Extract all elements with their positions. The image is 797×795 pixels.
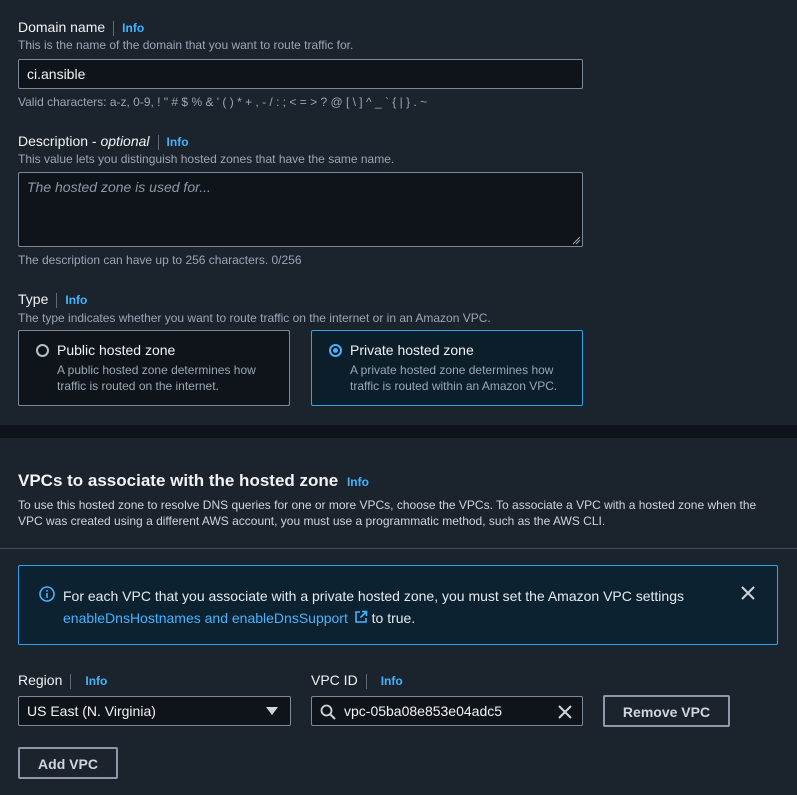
description-hint: This value lets you distinguish hosted z…	[18, 152, 395, 166]
alert-text: For each VPC that you associate with a p…	[63, 588, 684, 604]
label-separator	[70, 673, 72, 689]
domain-name-label: Domain name	[18, 19, 106, 35]
label-separator	[56, 292, 58, 308]
private-zone-title: Private hosted zone	[350, 342, 474, 358]
vpc-id-label: VPC ID	[311, 672, 358, 688]
public-hosted-zone-tile[interactable]: Public hosted zone A public hosted zone …	[18, 330, 290, 406]
description-label: Description -	[18, 133, 97, 149]
region-label: Region	[18, 672, 63, 688]
remove-vpc-button[interactable]: Remove VPC	[603, 695, 730, 727]
domain-info-link[interactable]: Info	[122, 21, 144, 35]
add-vpc-button[interactable]: Add VPC	[18, 747, 118, 779]
vpc-info-link[interactable]: Info	[347, 475, 369, 489]
vpc-id-search-input[interactable]: vpc-05ba08e853e04adc5	[311, 696, 583, 726]
label-separator	[113, 20, 115, 36]
region-info-link[interactable]: Info	[85, 674, 107, 688]
vpc-id-value: vpc-05ba08e853e04adc5	[344, 703, 503, 719]
public-zone-radio[interactable]	[36, 344, 49, 357]
vpc-section-title: VPCs to associate with the hosted zone	[18, 471, 339, 490]
vpc-section-title-row: VPCs to associate with the hosted zone I…	[18, 471, 369, 491]
vpc-id-info-link[interactable]: Info	[381, 674, 403, 688]
label-separator	[365, 673, 367, 689]
clear-icon[interactable]	[557, 704, 573, 720]
type-hint: The type indicates whether you want to r…	[18, 311, 491, 325]
vpc-section-desc: To use this hosted zone to resolve DNS q…	[18, 498, 757, 528]
private-zone-radio[interactable]	[329, 344, 342, 357]
description-constraint: The description can have up to 256 chara…	[18, 253, 302, 267]
private-zone-desc: A private hosted zone determines how tra…	[350, 363, 558, 393]
type-label-row: Type Info	[18, 291, 87, 308]
vpc-settings-alert: For each VPC that you associate with a p…	[18, 565, 778, 645]
domain-name-constraint: Valid characters: a-z, 0-9, ! " # $ % & …	[18, 95, 428, 109]
region-label-row: Region Info	[18, 672, 107, 689]
region-select[interactable]: US East (N. Virginia)	[18, 696, 291, 726]
domain-name-label-row: Domain name Info	[18, 19, 144, 36]
alert-message: For each VPC that you associate with a p…	[63, 585, 723, 629]
search-icon	[320, 704, 336, 720]
hosted-zone-config-panel: Domain name Info This is the name of the …	[0, 0, 797, 425]
close-icon[interactable]	[741, 586, 755, 600]
description-optional-label: optional	[100, 133, 150, 149]
vpc-id-label-row: VPC ID Info	[311, 672, 403, 689]
label-separator	[157, 134, 159, 150]
description-textarea[interactable]: The hosted zone is used for...	[18, 172, 583, 247]
dns-settings-link[interactable]: enableDnsHostnames and enableDnsSupport	[63, 610, 348, 626]
alert-suffix: to true.	[371, 610, 416, 626]
domain-name-input[interactable]: ci.ansible	[18, 59, 583, 89]
caret-down-icon	[266, 707, 278, 715]
public-zone-title: Public hosted zone	[57, 342, 176, 358]
public-zone-desc: A public hosted zone determines how traf…	[57, 363, 256, 393]
domain-name-hint: This is the name of the domain that you …	[18, 38, 354, 52]
type-label: Type	[18, 291, 49, 307]
type-info-link[interactable]: Info	[65, 293, 87, 307]
description-label-row: Description - optional Info	[18, 133, 189, 150]
section-divider	[0, 548, 797, 549]
info-circle-icon	[39, 586, 55, 602]
private-hosted-zone-tile[interactable]: Private hosted zone A private hosted zon…	[311, 330, 583, 406]
region-value: US East (N. Virginia)	[27, 703, 156, 719]
description-info-link[interactable]: Info	[167, 135, 189, 149]
resize-grip-icon[interactable]	[572, 236, 581, 245]
external-link-icon[interactable]	[354, 610, 368, 624]
